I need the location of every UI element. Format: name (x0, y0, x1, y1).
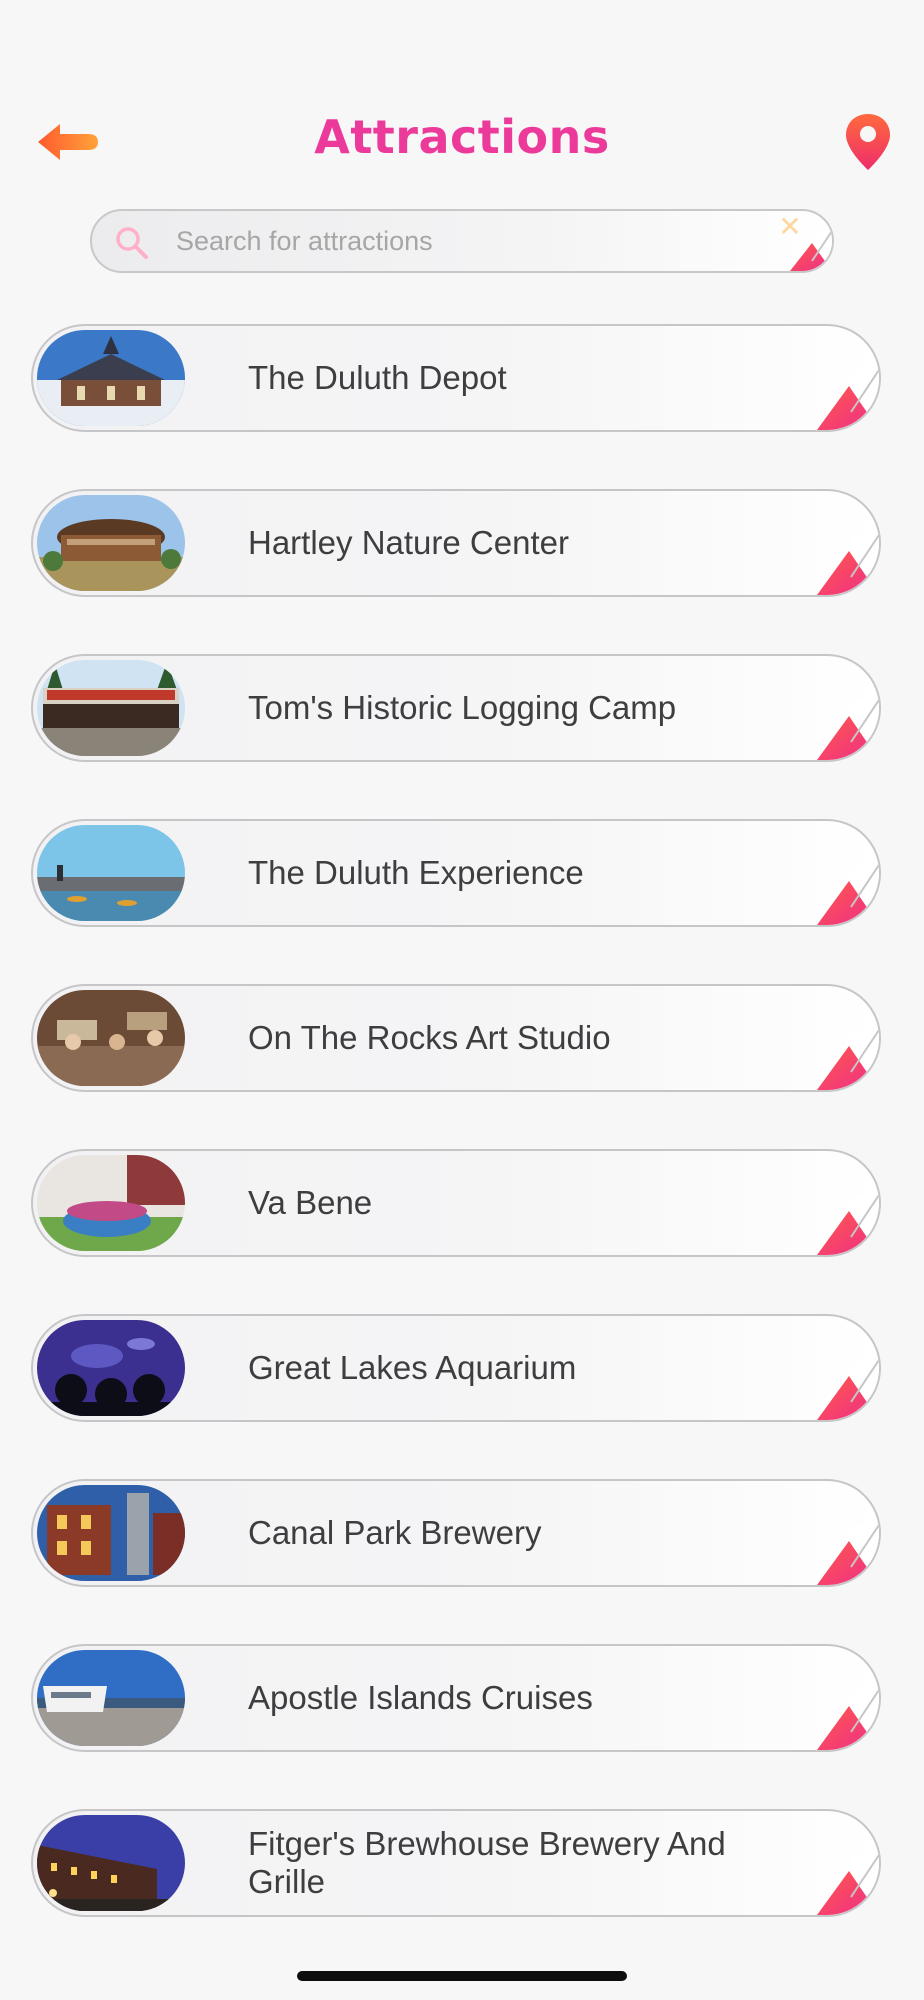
list-item[interactable]: Hartley Nature Center (31, 489, 881, 597)
search-input[interactable] (176, 211, 736, 271)
attraction-name: The Duluth Depot (248, 359, 507, 396)
list-item[interactable]: On The Rocks Art Studio (31, 984, 881, 1092)
attractions-list: The Duluth Depot Hartley Nature Center T… (31, 324, 881, 1974)
page-title: Attractions (314, 110, 610, 164)
attraction-thumbnail (37, 825, 185, 921)
header: Attractions (0, 100, 924, 180)
list-item[interactable]: The Duluth Depot (31, 324, 881, 432)
search-bar: ✕ (90, 209, 834, 273)
corner-decoration (817, 700, 879, 760)
corner-decoration (817, 1855, 879, 1915)
search-icon (116, 227, 148, 259)
attractions-screen: Attractions ✕ (0, 0, 924, 2000)
list-item[interactable]: Apostle Islands Cruises (31, 1644, 881, 1752)
list-item[interactable]: The Duluth Experience (31, 819, 881, 927)
attraction-thumbnail (37, 1815, 185, 1911)
map-pin-icon (846, 114, 890, 170)
attraction-thumbnail (37, 330, 185, 426)
corner-decoration (817, 1525, 879, 1585)
corner-decoration (817, 1195, 879, 1255)
attraction-name: Apostle Islands Cruises (248, 1679, 593, 1716)
attraction-thumbnail (37, 495, 185, 591)
corner-decoration (817, 535, 879, 595)
corner-decoration (817, 1690, 879, 1750)
corner-decoration (817, 370, 879, 430)
attraction-name: Hartley Nature Center (248, 524, 569, 561)
attraction-name: Tom's Historic Logging Camp (248, 689, 677, 726)
list-item[interactable]: Tom's Historic Logging Camp (31, 654, 881, 762)
search-corner-decoration (790, 231, 832, 271)
attraction-thumbnail (37, 1155, 185, 1251)
corner-decoration (817, 1360, 879, 1420)
attraction-name: Canal Park Brewery (248, 1514, 542, 1551)
attraction-name: On The Rocks Art Studio (248, 1019, 611, 1056)
attraction-name: Va Bene (248, 1184, 373, 1221)
list-item[interactable]: Va Bene (31, 1149, 881, 1257)
home-indicator[interactable] (297, 1971, 627, 1981)
list-item[interactable]: Canal Park Brewery (31, 1479, 881, 1587)
attraction-name: The Duluth Experience (248, 854, 584, 891)
corner-decoration (817, 865, 879, 925)
attraction-thumbnail (37, 1320, 185, 1416)
list-item[interactable]: Fitger's Brewhouse Brewery And Grille (31, 1809, 881, 1917)
map-button[interactable] (844, 112, 892, 172)
list-item[interactable]: Great Lakes Aquarium (31, 1314, 881, 1422)
attraction-thumbnail (37, 1485, 185, 1581)
attraction-name: Fitger's Brewhouse Brewery And Grille (248, 1825, 726, 1900)
corner-decoration (817, 1030, 879, 1090)
attraction-name: Great Lakes Aquarium (248, 1349, 577, 1386)
attraction-thumbnail (37, 990, 185, 1086)
attraction-thumbnail (37, 1650, 185, 1746)
attraction-thumbnail (37, 660, 185, 756)
